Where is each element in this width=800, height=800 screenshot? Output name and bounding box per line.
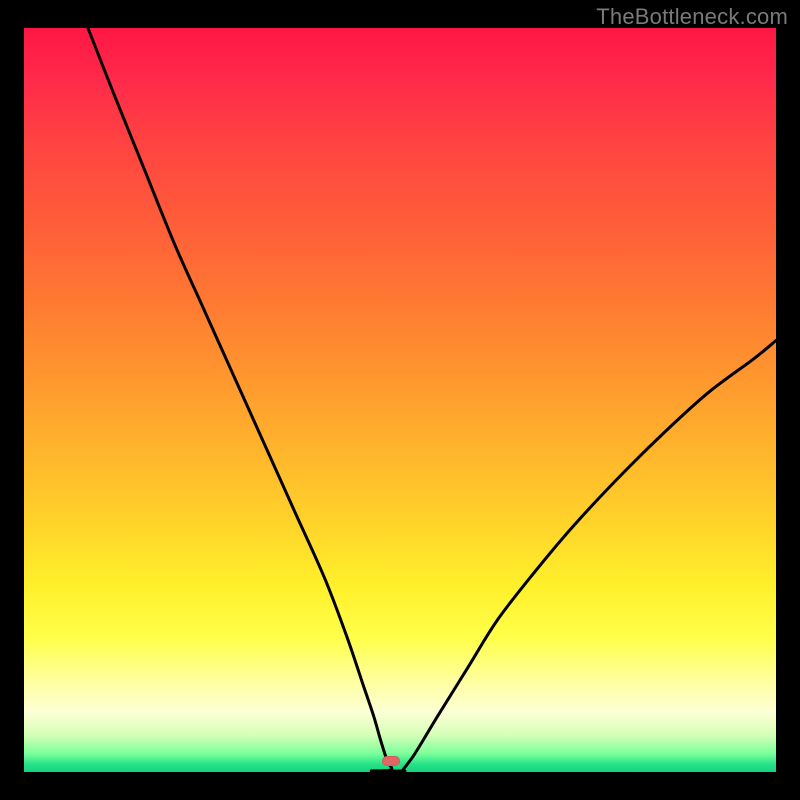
plot-area bbox=[24, 28, 776, 772]
chart-frame: TheBottleneck.com bbox=[0, 0, 800, 800]
watermark-text: TheBottleneck.com bbox=[596, 4, 788, 30]
bottleneck-curve bbox=[24, 28, 776, 772]
minimum-marker bbox=[382, 756, 400, 766]
